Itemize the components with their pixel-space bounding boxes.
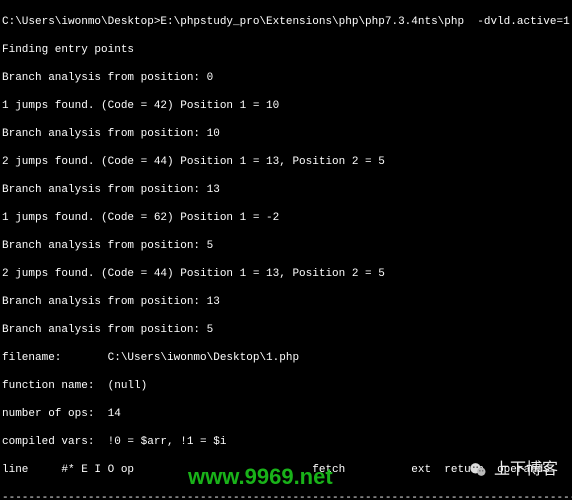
- filename-line: filename: C:\Users\iwonmo\Desktop\1.php: [2, 351, 570, 365]
- jump-line: 1 jumps found. (Code = 42) Position 1 = …: [2, 99, 570, 113]
- jump-line: 2 jumps found. (Code = 44) Position 1 = …: [2, 267, 570, 281]
- jump-line: 1 jumps found. (Code = 62) Position 1 = …: [2, 211, 570, 225]
- finding-line: Finding entry points: [2, 43, 570, 57]
- branch-line: Branch analysis from position: 10: [2, 127, 570, 141]
- command-line: C:\Users\iwonmo\Desktop>E:\phpstudy_pro\…: [2, 15, 570, 29]
- branch-line: Branch analysis from position: 5: [2, 323, 570, 337]
- jump-line: 2 jumps found. (Code = 44) Position 1 = …: [2, 155, 570, 169]
- branch-line: Branch analysis from position: 13: [2, 295, 570, 309]
- numops-line: number of ops: 14: [2, 407, 570, 421]
- compiled-line: compiled vars: !0 = $arr, !1 = $i: [2, 435, 570, 449]
- divider: ----------------------------------------…: [2, 491, 570, 500]
- branch-line: Branch analysis from position: 5: [2, 239, 570, 253]
- terminal-output: C:\Users\iwonmo\Desktop>E:\phpstudy_pro\…: [0, 0, 572, 500]
- column-header: line #* E I O op fetch ext return operan…: [2, 463, 570, 477]
- branch-line: Branch analysis from position: 0: [2, 71, 570, 85]
- funcname-line: function name: (null): [2, 379, 570, 393]
- branch-line: Branch analysis from position: 13: [2, 183, 570, 197]
